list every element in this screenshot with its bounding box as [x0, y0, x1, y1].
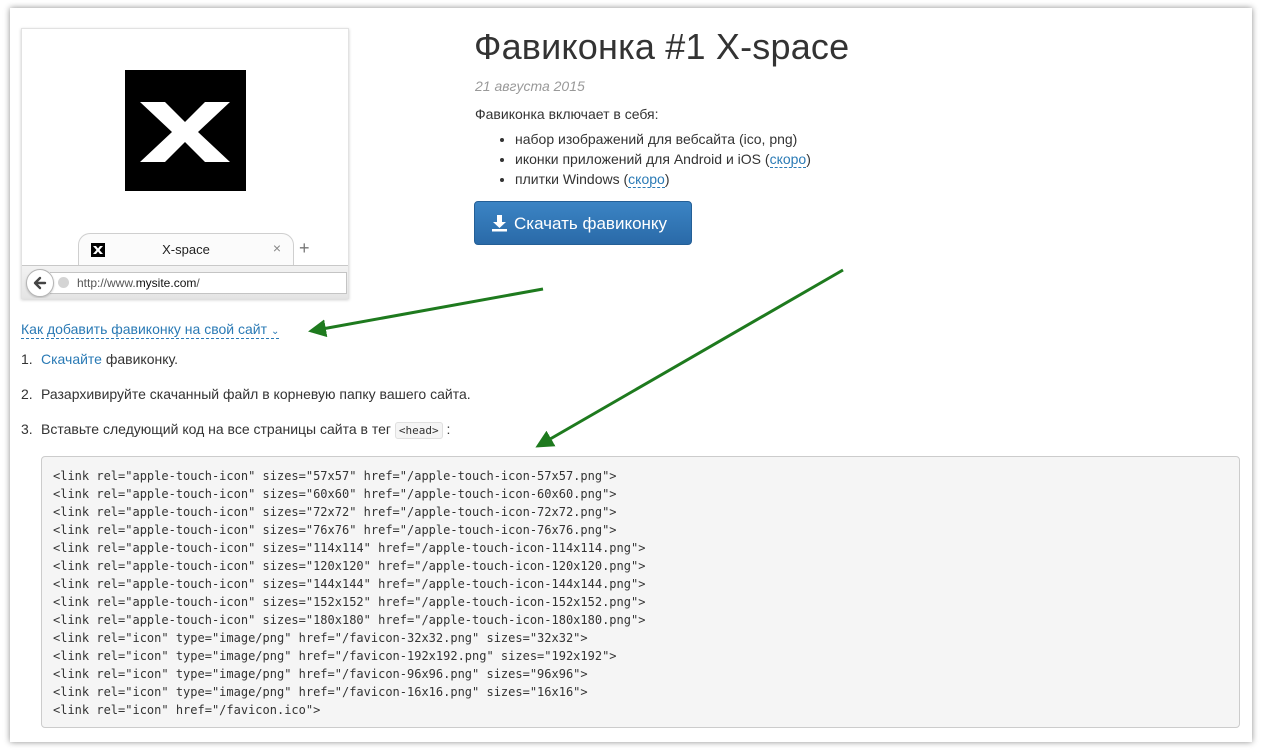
url-text: http://www.mysite.com/ [77, 276, 200, 290]
head-tag-code: <head> [394, 422, 443, 439]
code-line: <link rel="apple-touch-icon" sizes="57x5… [53, 469, 617, 483]
code-line: <link rel="icon" type="image/png" href="… [53, 667, 588, 681]
publish-date: 21 августа 2015 [475, 78, 585, 94]
favicon-code-block[interactable]: <link rel="apple-touch-icon" sizes="57x5… [41, 456, 1240, 728]
address-bar: http://www.mysite.com/ [22, 265, 348, 298]
download-favicon-button[interactable]: Скачать фавиконку [474, 201, 692, 245]
list-item: плитки Windows (скоро) [515, 169, 811, 189]
code-line: <link rel="icon" type="image/png" href="… [53, 685, 588, 699]
code-line: <link rel="apple-touch-icon" sizes="60x6… [53, 487, 617, 501]
code-line: <link rel="icon" type="image/png" href="… [53, 649, 617, 663]
soon-link[interactable]: скоро [628, 171, 665, 188]
how-to-add-toggle[interactable]: Как добавить фавиконку на свой сайт ⌄ [21, 321, 280, 339]
tab-title: X-space [162, 242, 210, 257]
chevron-down-icon: ⌄ [270, 326, 280, 337]
favicon-preview: X-space × + http://www.mysite.com/ [21, 28, 349, 299]
soon-link[interactable]: скоро [769, 151, 807, 168]
code-line: <link rel="apple-touch-icon" sizes="72x7… [53, 505, 617, 519]
list-item: набор изображений для вебсайта (ico, png… [515, 129, 811, 149]
code-line: <link rel="apple-touch-icon" sizes="120x… [53, 559, 646, 573]
globe-icon [58, 277, 69, 288]
features-intro: Фавиконка включает в себя: [475, 106, 659, 122]
close-icon[interactable]: × [273, 240, 281, 256]
url-field[interactable]: http://www.mysite.com/ [50, 272, 347, 294]
code-line: <link rel="apple-touch-icon" sizes="180x… [53, 613, 646, 627]
download-icon [491, 214, 508, 237]
download-link[interactable]: Скачайте [41, 351, 102, 367]
arrow-left-icon [33, 276, 47, 290]
x-space-logo [125, 70, 246, 191]
code-line: <link rel="apple-touch-icon" sizes="152x… [53, 595, 646, 609]
list-item: иконки приложений для Android и iOS (ско… [515, 149, 811, 169]
browser-tab[interactable]: X-space × [78, 233, 294, 266]
code-line: <link rel="apple-touch-icon" sizes="114x… [53, 541, 646, 555]
features-list: набор изображений для вебсайта (ico, png… [475, 129, 811, 189]
download-label: Скачать фавиконку [514, 214, 668, 233]
browser-tab-bar: X-space × + [22, 233, 348, 266]
new-tab-icon[interactable]: + [299, 238, 310, 259]
code-line: <link rel="icon" href="/favicon.ico"> [53, 703, 321, 717]
code-line: <link rel="apple-touch-icon" sizes="76x7… [53, 523, 617, 537]
code-line: <link rel="apple-touch-icon" sizes="144x… [53, 577, 646, 591]
back-button[interactable] [26, 269, 54, 297]
page-title: Фавиконка #1 X-space [474, 26, 850, 67]
code-line: <link rel="icon" type="image/png" href="… [53, 631, 588, 645]
